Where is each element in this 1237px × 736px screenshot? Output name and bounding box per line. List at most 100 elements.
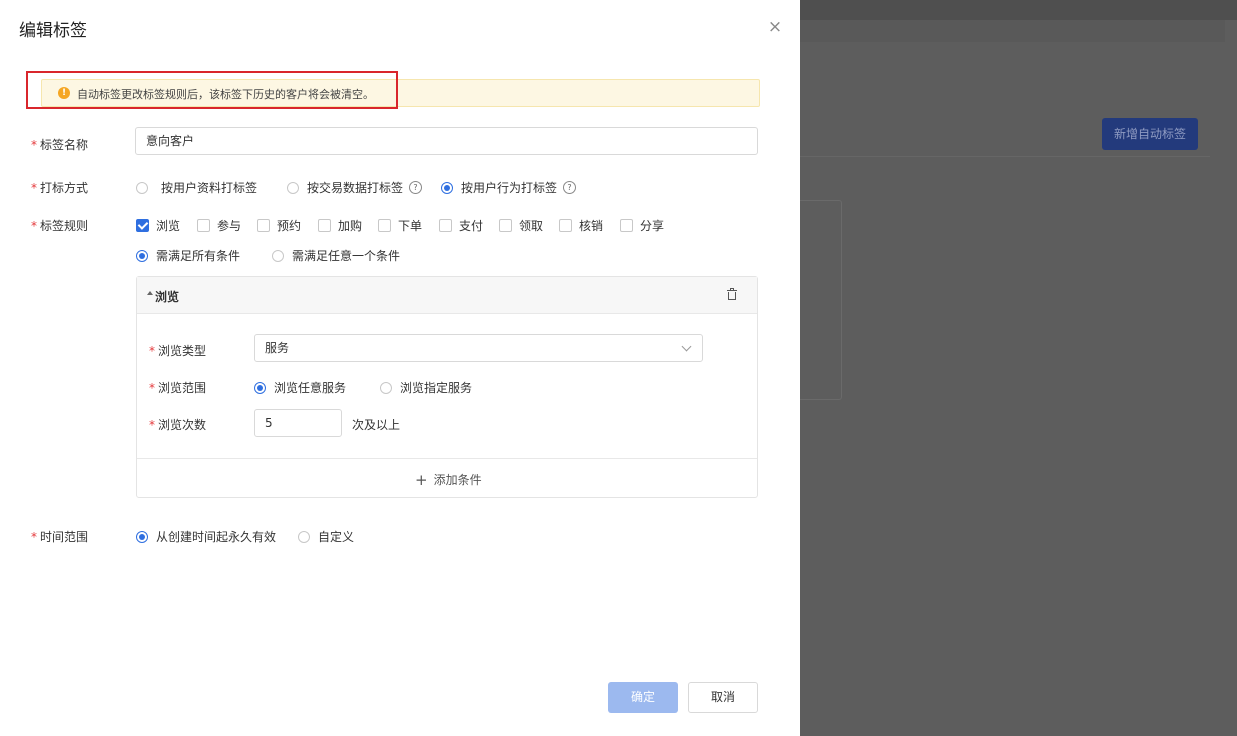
edit-tag-drawer: 编辑标签 × ! 自动标签更改标签规则后，该标签下历史的客户将会被清空。 * 标签… [0,0,800,736]
tag-name-label-text: 标签名称 [40,138,89,152]
checkbox-icon[interactable] [378,219,391,232]
radio-by-transaction[interactable]: 按交易数据打标签 ? [287,179,423,196]
checkbox-icon[interactable] [620,219,633,232]
radio-label: 按用户资料打标签 [161,181,258,195]
browse-type-label: * 浏览类型 [149,342,206,359]
checkbox-add-cart[interactable]: 加购 [318,217,362,234]
checkbox-label: 浏览 [156,219,181,233]
checkbox-participate[interactable]: 参与 [197,217,241,234]
checkbox-label: 参与 [217,219,242,233]
radio-circle-selected[interactable] [254,381,266,394]
cancel-button[interactable]: 取消 [688,682,758,713]
browse-count-label: * 浏览次数 [149,416,206,433]
radio-label: 浏览任意服务 [274,381,347,395]
required-mark: * [149,381,155,395]
radio-circle-selected[interactable] [441,181,453,194]
checkbox-label: 核销 [579,219,604,233]
tag-method-label: * 打标方式 [31,179,88,196]
checkbox-checked-icon[interactable] [136,219,149,232]
radio-circle[interactable] [136,181,148,194]
radio-circle-selected[interactable] [136,530,148,543]
checkbox-redeem[interactable]: 核销 [559,217,603,234]
checkbox-label: 下单 [398,219,423,233]
checkbox-icon[interactable] [318,219,331,232]
required-mark: * [31,219,37,233]
checkbox-icon[interactable] [197,219,210,232]
browse-count-label-text: 浏览次数 [158,418,207,432]
drawer-title: 编辑标签 [19,21,87,41]
radio-circle[interactable] [380,381,392,394]
radio-by-behavior[interactable]: 按用户行为打标签 ? [441,179,577,196]
rule-card-header[interactable]: 浏览 [137,277,757,314]
background-subbar [800,20,1225,42]
required-mark: * [149,418,155,432]
checkbox-icon[interactable] [439,219,452,232]
tag-name-input[interactable]: 意向客户 [135,127,758,155]
required-mark: * [31,181,37,195]
browse-count-input[interactable]: 5 [254,409,342,437]
chevron-down-icon [681,341,692,352]
checkbox-reserve[interactable]: 预约 [257,217,301,234]
checkbox-icon[interactable] [499,219,512,232]
browse-type-label-text: 浏览类型 [158,344,207,358]
radio-browse-any-service[interactable]: 浏览任意服务 [254,379,346,396]
radio-circle-selected[interactable] [136,249,148,262]
checkbox-share[interactable]: 分享 [620,217,664,234]
radio-label: 自定义 [318,530,355,544]
radio-circle[interactable] [272,249,284,262]
radio-browse-specific-service[interactable]: 浏览指定服务 [380,379,472,396]
tag-method-label-text: 打标方式 [40,181,89,195]
browse-type-select[interactable]: 服务 [254,334,703,362]
radio-label: 按交易数据打标签 [307,181,404,195]
radio-label: 需满足所有条件 [156,249,241,263]
radio-label: 浏览指定服务 [400,381,473,395]
caret-up-icon[interactable] [147,291,153,295]
checkbox-browse[interactable]: 浏览 [136,217,180,234]
radio-custom[interactable]: 自定义 [298,528,354,545]
checkbox-label: 预约 [277,219,302,233]
checkbox-pay[interactable]: 支付 [439,217,483,234]
tag-rules-label-text: 标签规则 [40,219,89,233]
help-icon[interactable]: ? [563,181,577,194]
rule-card-title: 浏览 [155,290,180,304]
checkbox-label: 领取 [519,219,544,233]
tag-rules-label: * 标签规则 [31,217,88,234]
radio-circle[interactable] [298,530,310,543]
highlight-annotation [26,71,398,109]
checkbox-claim[interactable]: 领取 [499,217,543,234]
background-divider [800,156,1210,157]
help-icon[interactable]: ? [409,181,423,194]
checkbox-label: 支付 [459,219,484,233]
required-mark: * [149,344,155,358]
radio-match-any[interactable]: 需满足任意一个条件 [272,247,400,264]
checkbox-order[interactable]: 下单 [378,217,422,234]
add-condition-row: + 添加条件 [137,458,757,499]
required-mark: * [31,138,37,152]
radio-circle[interactable] [287,181,299,194]
radio-label: 按用户行为打标签 [461,181,558,195]
browse-scope-label: * 浏览范围 [149,379,206,396]
select-value: 服务 [265,341,290,355]
checkbox-label: 分享 [640,219,665,233]
radio-label: 从创建时间起永久有效 [156,530,277,544]
close-icon[interactable]: × [766,18,784,36]
browse-scope-label-text: 浏览范围 [158,381,207,395]
time-range-label: * 时间范围 [31,528,88,545]
add-condition-label: 添加条件 [433,473,482,487]
checkbox-label: 加购 [338,219,363,233]
confirm-button[interactable]: 确定 [608,682,678,713]
drawer-header: 编辑标签 × [0,0,800,56]
tag-name-label: * 标签名称 [31,136,88,153]
new-auto-tag-button: 新增自动标签 [1102,118,1198,150]
delete-icon[interactable] [727,288,737,301]
checkbox-icon[interactable] [559,219,572,232]
radio-permanent[interactable]: 从创建时间起永久有效 [136,528,276,545]
checkbox-icon[interactable] [257,219,270,232]
add-condition-button[interactable]: + 添加条件 [415,471,482,488]
radio-match-all[interactable]: 需满足所有条件 [136,247,240,264]
time-range-label-text: 时间范围 [40,530,89,544]
background-topbar [800,0,1237,20]
required-mark: * [31,530,37,544]
browse-count-suffix: 次及以上 [352,418,401,432]
radio-by-profile[interactable]: 按用户资料打标签 [136,179,257,196]
